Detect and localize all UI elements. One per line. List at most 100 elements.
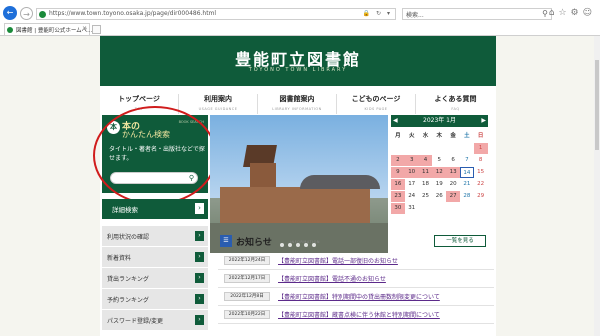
side-menu-label: 貸出ランキング <box>107 276 149 283</box>
browser-tab[interactable]: 図書館 | 豊能町公式ホームペ... × <box>4 23 93 35</box>
site-subtitle: TOYONO TOWN LIBRARY <box>248 67 348 73</box>
page-scrollbar[interactable] <box>594 36 600 336</box>
news-date: 2022年12月17日 <box>224 274 270 283</box>
side-menu-item[interactable]: 貸出ランキング › <box>102 268 208 289</box>
building-body <box>220 187 370 227</box>
side-menu-item[interactable]: 新着資料 › <box>102 247 208 268</box>
chevron-right-icon: › <box>195 231 204 241</box>
news-list: 2022年12月24日 【豊能町立図書館】電話一部復旧のお知らせ 2022年12… <box>218 252 494 324</box>
calendar-grid: 月火水木金土日 1 2 3 4 5 6 7 8 9 10 11 12 13 14 15 16 17 18 19 20 21… <box>391 131 488 215</box>
forward-button[interactable]: → <box>20 7 33 20</box>
calendar-row: 2345678 <box>391 155 488 167</box>
news-title: お知らせ <box>236 238 272 248</box>
calendar-day[interactable]: 2 <box>391 155 405 166</box>
news-link[interactable]: 【豊能町立図書館】蔵書点検に伴う休館と特別期間について <box>278 310 440 319</box>
advanced-search-label: 詳細検索 <box>112 206 138 214</box>
tab-title: 図書館 | 豊能町公式ホームペ... <box>16 28 93 34</box>
nav-label: こどものページ <box>351 95 401 103</box>
library-building-photo <box>210 115 388 253</box>
calendar-day[interactable]: 14 <box>459 167 474 178</box>
calendar-day[interactable]: 24 <box>405 191 419 202</box>
calendar-day[interactable]: 12 <box>432 167 447 178</box>
side-menu-item[interactable]: 予約ランキング › <box>102 289 208 310</box>
calendar-day[interactable]: 13 <box>446 167 460 178</box>
calendar-day[interactable]: 9 <box>391 167 405 178</box>
site-favicon-icon <box>39 11 46 18</box>
calendar-day <box>419 143 433 154</box>
nav-item-usage[interactable]: 利用案内 USAGE GUIDANCE <box>179 94 258 114</box>
calendar-day[interactable]: 17 <box>405 179 419 190</box>
side-menu-item[interactable]: 利用状況の確認 › <box>102 226 208 247</box>
calendar-day[interactable]: 29 <box>474 191 488 202</box>
side-menu-label: 新着資料 <box>107 255 132 262</box>
news-item: 2022年12月8日 【豊能町立図書館】特別期間中の貸出冊数制限変更について <box>218 288 494 306</box>
news-link[interactable]: 【豊能町立図書館】電話一部復旧のお知らせ <box>278 256 398 265</box>
calendar-weekday: 月 <box>395 133 401 139</box>
nav-label: トップページ <box>118 95 160 103</box>
nav-label: よくある質問 <box>434 95 477 103</box>
prev-month-button[interactable]: ◀ <box>393 115 398 127</box>
calendar-day <box>460 143 474 154</box>
browser-toolbar-icons[interactable]: ⌂☆⚙☺ <box>549 8 596 18</box>
search-icon[interactable]: ⚲ <box>542 9 548 18</box>
calendar-day[interactable]: 30 <box>391 203 405 214</box>
new-tab-button[interactable] <box>92 25 101 34</box>
calendar-day[interactable]: 5 <box>432 155 446 166</box>
calendar-day <box>419 203 433 214</box>
calendar-day[interactable]: 6 <box>446 155 460 166</box>
calendar-day[interactable]: 11 <box>418 167 433 178</box>
nav-item-kids[interactable]: こどものページ KIDS PAGE <box>337 94 416 114</box>
calendar-day[interactable]: 21 <box>460 179 474 190</box>
calendar-day[interactable]: 26 <box>432 191 446 202</box>
nav-label: 利用案内 <box>204 95 232 103</box>
scrollbar-thumb[interactable] <box>595 60 599 150</box>
calendar-weekday: 火 <box>408 133 415 139</box>
calendar-day[interactable]: 28 <box>460 191 474 202</box>
chevron-right-icon: › <box>195 315 204 325</box>
calendar-day[interactable]: 8 <box>474 155 488 166</box>
address-tools-icons[interactable]: 🔒 ↻ ▾ <box>363 10 392 17</box>
library-calendar: ◀ 2023年 1月 ▶ 月火水木金土日 1 2 3 4 5 6 7 8 9 10 11 12 13 14 1… <box>391 115 488 253</box>
news-link[interactable]: 【豊能町立図書館】電話不通のお知らせ <box>278 274 386 283</box>
news-item: 2022年10月22日 【豊能町立図書館】蔵書点検に伴う休館と特別期間について <box>218 306 494 324</box>
calendar-day[interactable]: 7 <box>460 155 474 166</box>
calendar-title: 2023年 1月 <box>423 117 456 124</box>
calendar-day[interactable]: 25 <box>419 191 433 202</box>
calendar-day[interactable]: 3 <box>404 155 419 166</box>
view-all-button[interactable]: 一覧を見る <box>434 235 486 247</box>
browser-search-box[interactable]: 検索... ⚲ <box>402 8 552 20</box>
nav-label: 図書館案内 <box>279 95 315 103</box>
library-page: 豊能町立図書館 TOYONO TOWN LIBRARY トップページ TOP 利… <box>93 36 496 336</box>
calendar-day[interactable]: 10 <box>404 167 419 178</box>
calendar-day[interactable]: 18 <box>419 179 433 190</box>
news-en-label: INFORMATION <box>290 240 321 244</box>
calendar-day[interactable]: 16 <box>391 179 405 190</box>
calendar-day[interactable]: 23 <box>391 191 405 202</box>
news-date: 2022年12月24日 <box>224 256 270 265</box>
calendar-weekday: 日 <box>477 133 484 139</box>
calendar-row: 9 10 11 12 13 14 15 <box>391 167 488 179</box>
canopy-roof <box>300 175 380 189</box>
calendar-day[interactable]: 19 <box>432 179 446 190</box>
close-tab-icon[interactable]: × <box>82 25 87 32</box>
nav-item-faq[interactable]: よくある質問 FAQ <box>416 94 495 114</box>
url-text: https://www.town.toyono.osaka.jp/page/di… <box>49 10 217 17</box>
calendar-day <box>474 203 488 214</box>
advanced-search-button[interactable]: 詳細検索 › <box>102 199 208 219</box>
calendar-day[interactable]: 22 <box>474 179 488 190</box>
calendar-day[interactable]: 31 <box>405 203 419 214</box>
news-link[interactable]: 【豊能町立図書館】特別期間中の貸出冊数制限変更について <box>278 292 440 301</box>
calendar-day[interactable]: 4 <box>418 155 433 166</box>
calendar-day[interactable]: 27 <box>446 191 460 202</box>
address-bar[interactable]: https://www.town.toyono.osaka.jp/page/di… <box>36 8 396 20</box>
next-month-button[interactable]: ▶ <box>481 115 486 127</box>
nav-item-library-info[interactable]: 図書館案内 LIBRARY INFORMATION <box>258 94 337 114</box>
side-menu-label: 予約ランキング <box>107 297 149 304</box>
side-menu-item[interactable]: パスワード登録/変更 › <box>102 310 208 331</box>
highlight-circle <box>93 106 217 205</box>
calendar-row: 月火水木金土日 <box>391 131 488 143</box>
calendar-day[interactable]: 20 <box>446 179 460 190</box>
calendar-day[interactable]: 15 <box>474 167 488 178</box>
calendar-day[interactable]: 1 <box>473 143 488 154</box>
back-button[interactable]: ← <box>3 6 17 20</box>
